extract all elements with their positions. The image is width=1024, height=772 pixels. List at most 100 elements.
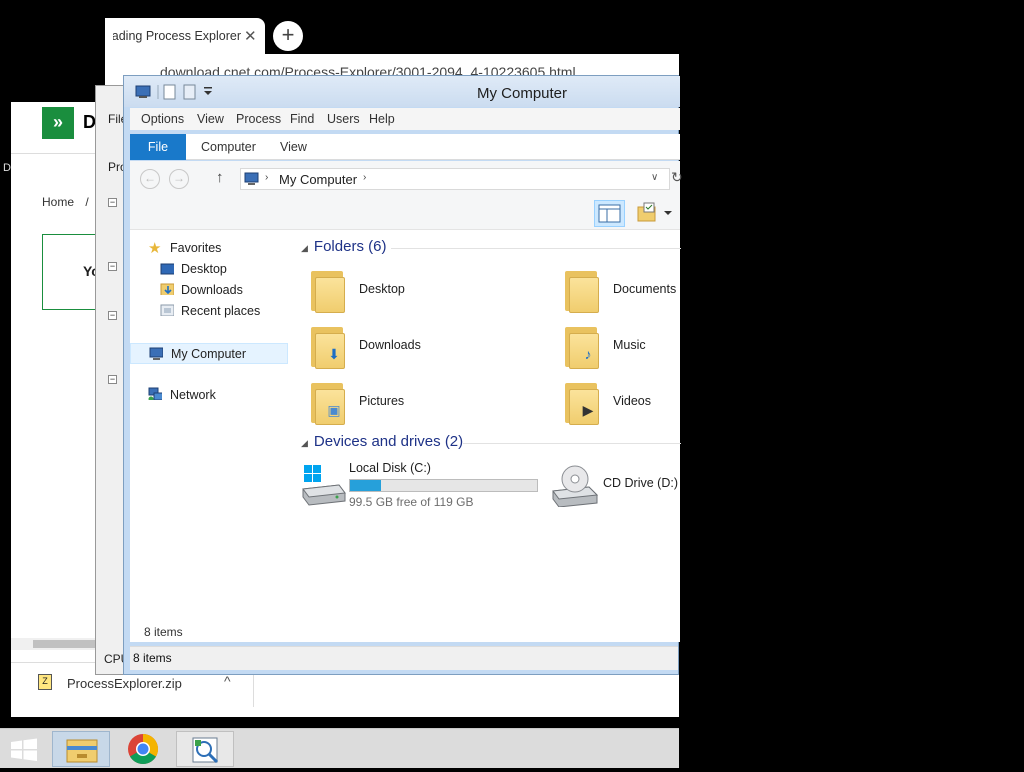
download-item-name[interactable]: ProcessExplorer.zip <box>67 676 182 691</box>
breadcrumb: Home / <box>42 195 89 209</box>
tree-collapse-icon[interactable]: − <box>108 262 117 271</box>
chrome-icon <box>128 733 158 765</box>
browser-tab[interactable]: Thank you for downloading Process Explor… <box>105 18 265 54</box>
nav-my-computer-label: My Computer <box>171 347 247 361</box>
nav-desktop-label: Desktop <box>181 262 227 276</box>
pictures-folder-icon: ▣ <box>307 379 351 425</box>
folder-name: Pictures <box>359 394 405 408</box>
content-pane: ◢ Folders (6) Desktop Documents ⬇ Downloa… <box>288 230 681 642</box>
folder-tile-music[interactable]: ♪ Music <box>561 320 681 372</box>
computer-icon <box>244 172 259 185</box>
tab-computer[interactable]: Computer <box>201 140 256 154</box>
folder-name: Documents <box>613 282 677 296</box>
nav-recent-places[interactable]: Recent places <box>130 301 288 322</box>
nav-my-computer[interactable]: My Computer <box>130 343 288 364</box>
folder-tile-desktop[interactable]: Desktop <box>307 264 557 316</box>
back-button[interactable]: ← <box>140 169 160 189</box>
folder-tile-documents[interactable]: Documents <box>561 264 681 316</box>
up-arrow-icon[interactable]: ↑ <box>216 169 224 186</box>
nav-network-label: Network <box>170 388 216 402</box>
menu-help[interactable]: Help <box>369 112 395 126</box>
collapse-triangle-icon: ◢ <box>301 243 308 253</box>
new-tab-button[interactable]: + <box>273 21 303 51</box>
tree-collapse-icon[interactable]: − <box>108 311 117 320</box>
address-bar[interactable]: › My Computer › ∨ <box>240 168 670 190</box>
nav-favorites-label: Favorites <box>170 241 222 255</box>
view-options-button[interactable] <box>635 201 675 225</box>
group-divider <box>463 443 681 444</box>
divider <box>11 153 106 154</box>
menu-find[interactable]: Find <box>290 112 314 126</box>
windows-logo-icon <box>11 738 37 761</box>
scrollbar-thumb[interactable] <box>33 640 95 648</box>
address-breadcrumb[interactable]: My Computer <box>279 172 357 187</box>
drive-name: Local Disk (C:) <box>349 461 431 475</box>
star-icon: ★ <box>148 240 162 257</box>
taskbar-process-explorer-button[interactable] <box>176 731 234 767</box>
breadcrumb-separator-icon[interactable]: › <box>265 172 268 183</box>
desktop-icon <box>160 263 174 275</box>
menu-view[interactable]: View <box>197 112 224 126</box>
zip-file-icon: Z <box>38 674 52 690</box>
tab-view[interactable]: View <box>280 140 307 154</box>
window-title: My Computer <box>477 85 568 102</box>
folder-tile-downloads[interactable]: ⬇ Downloads <box>307 320 557 372</box>
group-header-devices[interactable]: ◢ Devices and drives (2) <box>301 433 463 450</box>
status-bar: 8 items <box>130 646 678 670</box>
folder-icon <box>307 267 351 313</box>
refresh-icon[interactable]: ↻ <box>671 169 683 186</box>
browser-page: » D Home / Yo <box>11 102 106 662</box>
folder-name: Videos <box>613 394 651 408</box>
item-count: 8 items <box>133 651 172 665</box>
folder-tile-videos[interactable]: ▶ Videos <box>561 376 681 428</box>
preview-pane-icon <box>598 204 621 223</box>
computer-icon <box>149 347 163 360</box>
nav-downloads[interactable]: Downloads <box>130 280 288 301</box>
explorer-window: My Computer Options View Process Find Us… <box>123 75 683 675</box>
drive-tile-d[interactable]: CD Drive (D:) <box>551 461 681 513</box>
folder-name: Downloads <box>359 338 421 352</box>
folder-tile-pictures[interactable]: ▣ Pictures <box>307 376 557 428</box>
ribbon-tabs: File Computer View <box>130 134 680 160</box>
close-tab-icon[interactable]: ✕ <box>244 27 257 45</box>
download-logo-icon[interactable]: » <box>42 107 74 139</box>
downloads-folder-icon <box>160 283 174 295</box>
start-button[interactable] <box>0 729 48 769</box>
folder-name: Music <box>613 338 646 352</box>
menu-process[interactable]: Process <box>236 112 281 126</box>
drive-tile-c[interactable]: Local Disk (C:) 99.5 GB free of 119 GB <box>297 461 547 513</box>
menu-users[interactable]: Users <box>327 112 360 126</box>
breadcrumb-separator-icon[interactable]: › <box>363 172 366 183</box>
nav-downloads-label: Downloads <box>181 283 243 297</box>
preview-pane-button[interactable] <box>594 200 625 227</box>
cd-drive-icon <box>552 465 599 507</box>
chevron-up-icon[interactable]: ^ <box>224 673 231 689</box>
process-explorer-icon <box>192 737 219 764</box>
status-bar-inner: 8 items <box>130 622 680 642</box>
group-header-folders-label: Folders (6) <box>313 238 387 255</box>
taskbar <box>0 728 679 768</box>
breadcrumb-home-link[interactable]: Home <box>42 195 74 209</box>
local-disk-icon <box>302 465 346 506</box>
nav-desktop[interactable]: Desktop <box>130 259 288 280</box>
network-icon <box>148 387 162 400</box>
taskbar-file-explorer-button[interactable] <box>52 731 110 767</box>
chevron-down-icon[interactable]: ∨ <box>651 172 658 183</box>
forward-button[interactable]: → <box>169 169 189 189</box>
breadcrumb-separator: / <box>85 195 89 209</box>
tree-collapse-icon[interactable]: − <box>108 375 117 384</box>
drive-name: CD Drive (D:) <box>603 476 678 490</box>
menu-options[interactable]: Options <box>141 112 184 126</box>
nav-network[interactable]: Network <box>130 385 288 406</box>
drive-usage-fill <box>350 480 381 491</box>
title-bar[interactable]: My Computer <box>124 76 680 107</box>
tab-file[interactable]: File <box>130 134 186 160</box>
group-divider <box>391 248 681 249</box>
drive-usage-bar <box>349 479 538 492</box>
tree-collapse-icon[interactable]: − <box>108 198 117 207</box>
group-header-folders[interactable]: ◢ Folders (6) <box>301 238 386 255</box>
taskbar-chrome-button[interactable] <box>114 731 172 767</box>
documents-folder-icon <box>561 267 605 313</box>
horizontal-scrollbar[interactable] <box>11 638 106 650</box>
nav-favorites[interactable]: ★ Favorites <box>130 238 288 259</box>
